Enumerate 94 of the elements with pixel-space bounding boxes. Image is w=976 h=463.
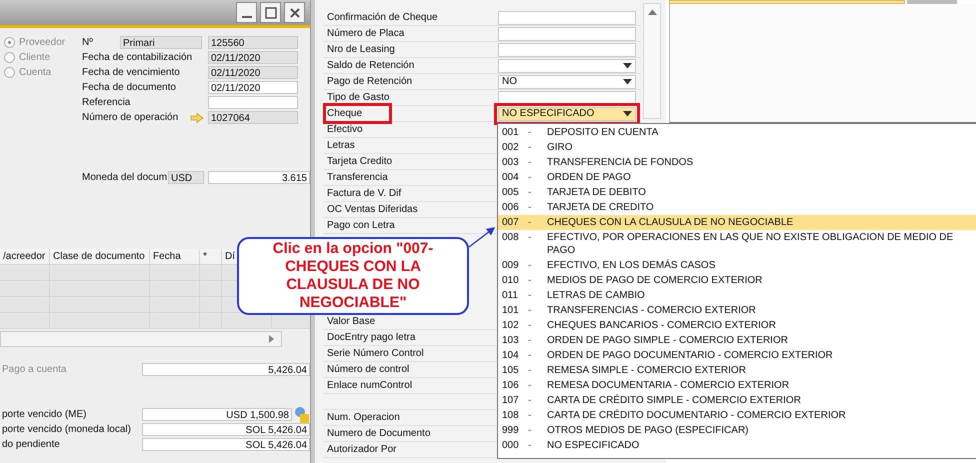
field-label: Nro de Leasing [327,43,395,56]
field-label: Nº [82,37,94,48]
radio-button[interactable] [4,52,15,63]
input-field[interactable] [498,10,636,24]
field-label: Fecha de vencimiento [82,67,181,78]
dropdown-field[interactable]: NO [498,74,636,88]
field-label: Confirmación de Cheque [327,11,438,24]
input-field[interactable]: 125560 [208,36,298,49]
field-label: Número de Placa [327,27,404,40]
dropdown-option[interactable]: 009 - EFECTIVO, EN LOS DEMÁS CASOS [498,258,976,273]
currency-field[interactable]: USD [168,171,204,184]
dropdown-option[interactable]: 105 - REMESA SIMPLE - COMERCIO EXTERIOR [498,363,976,378]
total-field: USD 1,500.98 [142,408,292,421]
dropdown-option[interactable]: 999 - OTROS MEDIOS DE PAGO (ESPECIFICAR) [498,423,976,438]
horizontal-scrollbar[interactable] [0,331,282,347]
dropdown-option[interactable]: 108 - CARTA DE CRÉDITO DOCUMENTARIO - COMERCIO EXTERIOR [498,408,976,423]
total-field: SOL 5,426.04 [142,423,310,436]
field-label: Moneda del docum [82,172,168,183]
radio-button[interactable] [4,37,15,48]
dropdown-option[interactable]: 107 - CARTA DE CRÉDITO SIMPLE - COMERCIO EXTERIOR [498,393,976,408]
field-label: Serie Número Control [327,347,424,360]
total-label: do pendiente [1,439,61,450]
dropdown-caret-icon[interactable] [623,110,632,116]
field-label: Autorizador Por [327,443,396,456]
dropdown-option[interactable]: 000 - NO ESPECIFICADO [498,438,976,453]
field-label: Fecha de contabilización [82,52,194,63]
link-arrow-icon[interactable] [190,112,204,122]
input-field[interactable] [669,0,905,4]
dropdown-option[interactable]: 008 - EFECTIVO, POR OPERACIONES EN LAS QUE NO EXISTE OBLIGACION DE MEDIO DE PAGO [498,230,976,258]
field-label: Efectivo [327,123,363,136]
close-icon[interactable] [284,2,305,23]
input-field[interactable] [498,26,636,40]
rate-field[interactable]: 3.615 [208,171,310,184]
column-header[interactable]: Clase de documento [50,249,150,264]
callout-text: Clic en la opcion "007-CHEQUES CON LA CLAUSULA DE NO NEGOCIABLE" [272,240,434,312]
field-label: Numero de Documento [327,427,430,440]
column-header[interactable]: * [200,249,222,264]
series-field[interactable]: Primari [120,36,202,49]
field-label: Referencia [82,97,132,108]
input-field[interactable] [498,90,636,104]
dropdown-field[interactable] [498,58,636,72]
field-label: OC Ventas Diferidas [327,203,418,216]
field-label: Num. Operacion [327,411,400,424]
field-label: Enlace numControl [327,379,412,392]
scroll-up-icon[interactable] [648,9,656,15]
field-label: DocEntry pago letra [327,331,416,344]
field-label: Número de operación [82,112,180,123]
toolbar-button[interactable] [907,0,957,4]
dropdown-option[interactable]: 004 - ORDEN DE PAGO [498,170,976,185]
dropdown-option[interactable]: 005 - TARJETA DE DEBITO [498,185,976,200]
field-label: Factura de V. Dif [327,187,402,200]
field-label: Número de control [327,363,410,376]
field-label: Transferencia [327,171,388,184]
input-field[interactable]: 1027064 [208,111,298,124]
field-label: Pago de Retención [327,75,412,88]
input-field[interactable]: 02/11/2020 [208,66,298,79]
dropdown-option[interactable]: 104 - ORDEN DE PAGO DOCUMENTARIO - COMERCIO EXTERIOR [498,348,976,363]
column-header[interactable]: Fecha [150,249,200,264]
field-label: Fecha de documento [82,82,177,93]
total-field: 5,426.04 [142,363,310,376]
dropdown-option[interactable]: 001 - DEPOSITO EN CUENTA [498,125,976,140]
dropdown-option[interactable]: 010 - MEDIOS DE PAGO DE COMERCIO EXTERIOR [498,273,976,288]
column-header[interactable]: /acreedor [0,249,50,264]
dropdown-option[interactable]: 007 - CHEQUES CON LA CLAUSULA DE NO NEGOCIABLE [498,215,976,230]
dropdown-caret-icon[interactable] [623,78,632,84]
field-label: Letras [327,139,355,152]
dropdown-option[interactable]: 006 - TARJETA DE CREDITO [498,200,976,215]
total-label: Pago a cuenta [1,364,68,375]
input-field[interactable]: 02/11/2020 [208,81,298,94]
field-label: Tarjeta Credito [327,155,392,168]
field-label: Valor Base [327,315,376,328]
dropdown-option[interactable]: 106 - REMESA DOCUMENTARIA - COMERCIO EXTERIOR [498,378,976,393]
field-label: Pago con Letra [327,219,395,232]
total-label: porte vencido (ME) [1,409,88,420]
dropdown-option[interactable]: 003 - TRANSFERENCIA DE FONDOS [498,155,976,170]
vertical-scrollbar[interactable] [643,3,661,119]
total-field: SOL 5,426.04 [142,438,310,451]
field-label: Saldo de Retención [327,59,414,72]
dropdown-option[interactable]: 002 - GIRO [498,140,976,155]
input-field[interactable] [208,96,298,109]
total-label: porte vencido (moneda local) [1,424,132,435]
dropdown-option[interactable]: 103 - ORDEN DE PAGO SIMPLE - COMERCIO EXTERIOR [498,333,976,348]
input-field[interactable] [498,42,636,56]
coins-icon[interactable] [294,406,310,424]
scroll-right-icon[interactable] [267,334,275,344]
input-field[interactable]: 02/11/2020 [208,51,298,64]
field-label: Tipo de Gasto [327,91,390,104]
dropdown-option[interactable]: 011 - LETRAS DE CAMBIO [498,288,976,303]
dropdown-option[interactable]: 101 - TRANSFERENCIAS - COMERCIO EXTERIOR [498,303,976,318]
radio-button[interactable] [4,67,15,78]
maximize-icon[interactable] [260,2,281,23]
dropdown-caret-icon[interactable] [623,62,632,68]
minimize-icon[interactable] [236,2,257,23]
dropdown-option[interactable]: 102 - CHEQUES BANCARIOS - COMERCIO EXTERIOR [498,318,976,333]
